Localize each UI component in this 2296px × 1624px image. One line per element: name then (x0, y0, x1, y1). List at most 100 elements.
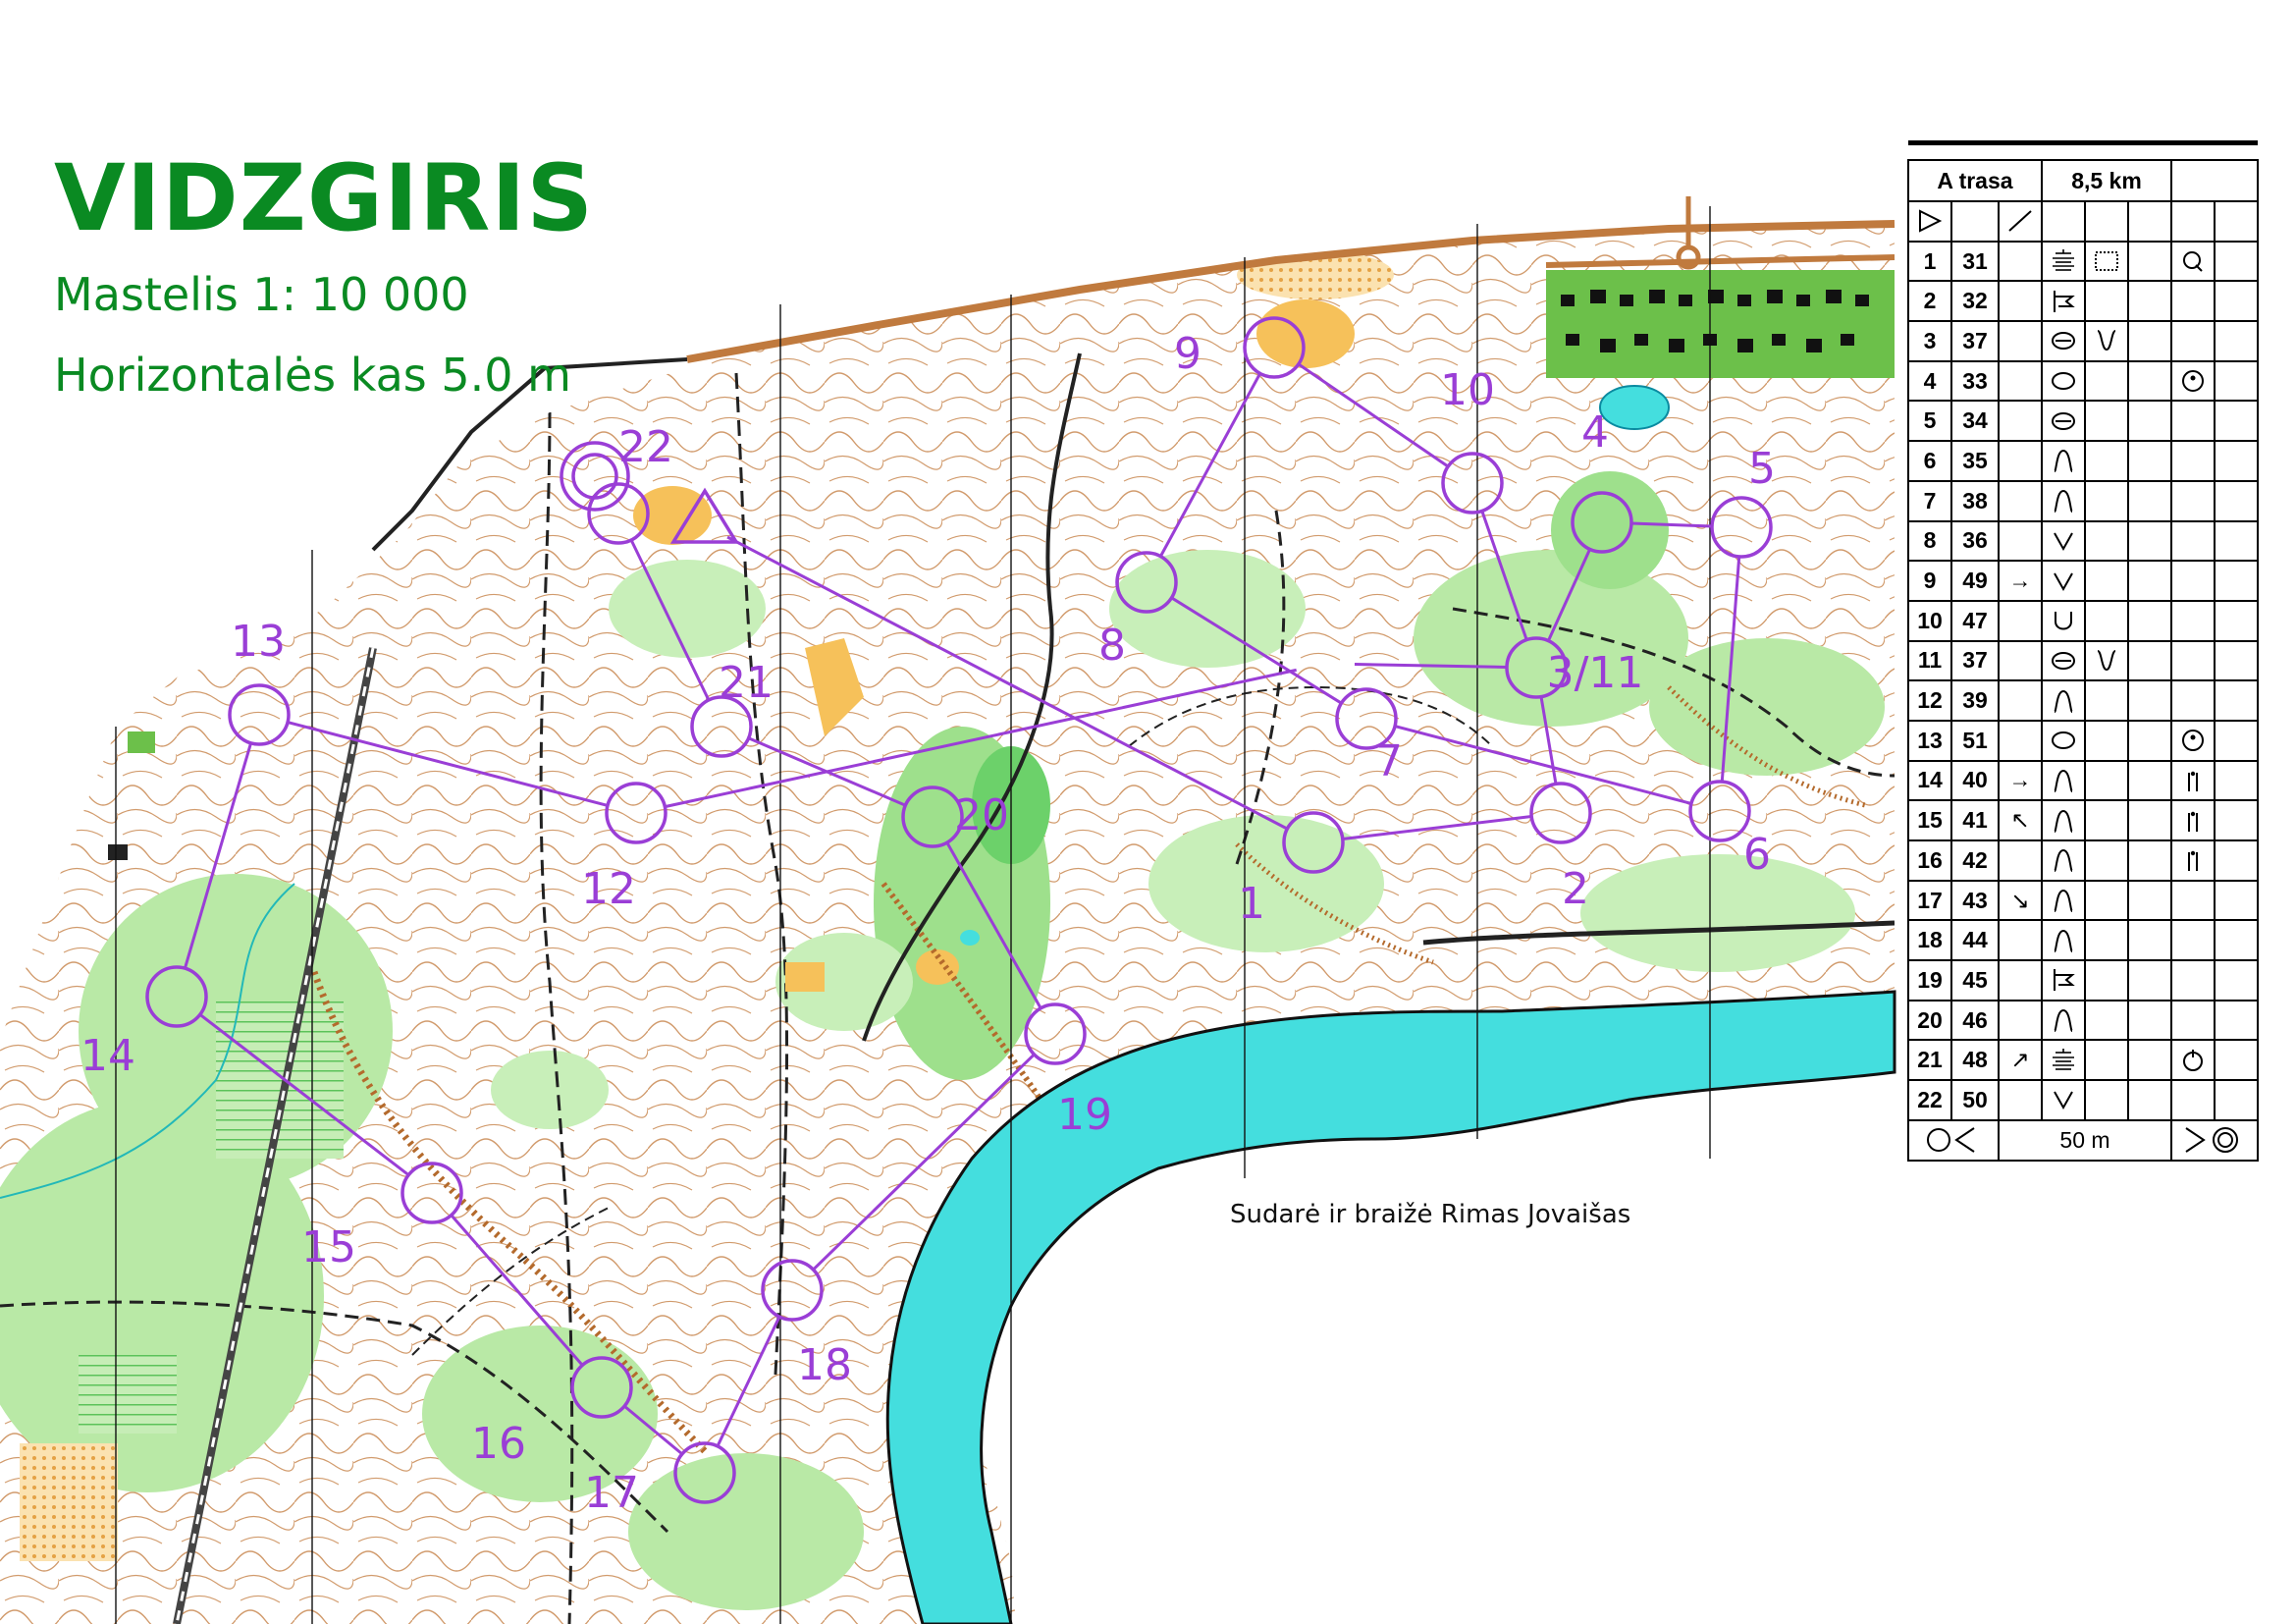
description-row: 20 46 (1907, 999, 2259, 1042)
empty-cell (2127, 879, 2172, 922)
description-direction (1998, 400, 2043, 443)
description-row: 2 32 (1907, 280, 2259, 323)
empty-cell (2127, 839, 2172, 882)
start-symbol (1907, 200, 1952, 243)
control-number: 19 (1057, 1090, 1112, 1140)
description-direction (1998, 280, 2043, 323)
description-code: 51 (1950, 719, 2000, 762)
description-number: 16 (1907, 839, 1952, 882)
description-row: 12 39 (1907, 679, 2259, 722)
control-number: 9 (1174, 329, 1201, 379)
description-number: 15 (1907, 799, 1952, 841)
description-number: 13 (1907, 719, 1952, 762)
description-code: 43 (1950, 879, 2000, 922)
reentrant-v-icon (2041, 519, 2086, 563)
control-number: 1 (1238, 879, 1265, 929)
spur-icon (2041, 879, 2086, 922)
description-code: 41 (1950, 799, 2000, 841)
description-direction (1998, 320, 2043, 362)
description-code: 37 (1950, 320, 2000, 362)
description-code: 35 (1950, 440, 2000, 482)
empty-cell (2214, 839, 2259, 882)
description-row: 5 34 (1907, 400, 2259, 443)
empty-cell (2214, 440, 2259, 482)
dot-circle-icon (2170, 359, 2216, 403)
control-number: 18 (797, 1340, 852, 1390)
description-direction (1998, 1079, 2043, 1121)
control-number: 13 (231, 617, 286, 667)
description-row: 21 48 ↗ (1907, 1039, 2259, 1082)
empty-cell (2084, 440, 2129, 482)
empty-cell (2127, 719, 2172, 762)
description-code: 33 (1950, 359, 2000, 403)
description-number: 17 (1907, 879, 1952, 922)
description-code: 44 (1950, 919, 2000, 962)
empty-cell (2084, 919, 2129, 962)
description-code: 42 (1950, 839, 2000, 882)
saddle-knoll-icon (2041, 320, 2086, 362)
description-code: 40 (1950, 759, 2000, 802)
description-direction (1998, 359, 2043, 403)
empty-cell (2127, 919, 2172, 962)
empty-cell (2127, 679, 2172, 722)
description-row: 17 43 ↘ (1907, 879, 2259, 922)
empty-cell (2084, 400, 2129, 443)
description-direction (1998, 719, 2043, 762)
description-code: 46 (1950, 999, 2000, 1042)
empty-cell (2170, 599, 2216, 642)
junction-icon (2041, 280, 2086, 323)
empty-cell (2214, 959, 2259, 1001)
empty-cell (2214, 799, 2259, 841)
empty-cell (2084, 719, 2129, 762)
description-direction (1998, 679, 2043, 722)
description-number: 22 (1907, 1079, 1952, 1121)
empty-cell (2084, 1039, 2129, 1082)
description-number: 2 (1907, 280, 1952, 323)
control-number: 4 (1581, 407, 1609, 458)
description-code: 34 (1950, 400, 2000, 443)
top-circle-icon (2170, 1039, 2216, 1082)
empty-cell (2170, 879, 2216, 922)
reentrant-v-icon (2041, 1079, 2086, 1121)
description-number: 6 (1907, 440, 1952, 482)
empty-cell (2127, 639, 2172, 682)
description-row: 11 37 (1907, 639, 2259, 682)
empty-cell (2214, 479, 2259, 522)
description-direction (1998, 999, 2043, 1042)
empty-cell (2214, 759, 2259, 802)
control-number: 12 (581, 864, 636, 914)
description-row: 16 42 (1907, 839, 2259, 882)
description-code: 38 (1950, 479, 2000, 522)
description-direction (1998, 919, 2043, 962)
empty-cell (2084, 599, 2129, 642)
empty-cell (2127, 320, 2172, 362)
description-direction: ↗ (1998, 1039, 2043, 1082)
empty-cell (2084, 479, 2129, 522)
description-row: 10 47 (1907, 599, 2259, 642)
empty-cell (2170, 1079, 2216, 1121)
control-number: 2 (1562, 864, 1589, 914)
description-number: 14 (1907, 759, 1952, 802)
description-direction (1998, 639, 2043, 682)
description-direction (1998, 479, 2043, 522)
empty-cell (2214, 519, 2259, 563)
start-feature-icon (1998, 200, 2043, 243)
empty-cell (2170, 959, 2216, 1001)
empty-cell (2214, 560, 2259, 602)
description-row: 8 36 (1907, 519, 2259, 563)
description-direction (1998, 440, 2043, 482)
spur-icon (2041, 479, 2086, 522)
empty-cell (2214, 639, 2259, 682)
foot-icon (2170, 759, 2216, 802)
description-direction (1998, 959, 2043, 1001)
description-direction: ↘ (1998, 879, 2043, 922)
saddle-knoll-icon (2041, 400, 2086, 443)
description-code: 31 (1950, 240, 2000, 283)
description-direction: → (1998, 759, 2043, 802)
description-code: 37 (1950, 639, 2000, 682)
empty-cell (2127, 759, 2172, 802)
control-number: 3/11 (1547, 648, 1644, 698)
empty-cell (2214, 240, 2259, 283)
empty-cell (2127, 959, 2172, 1001)
description-row: 6 35 (1907, 440, 2259, 482)
